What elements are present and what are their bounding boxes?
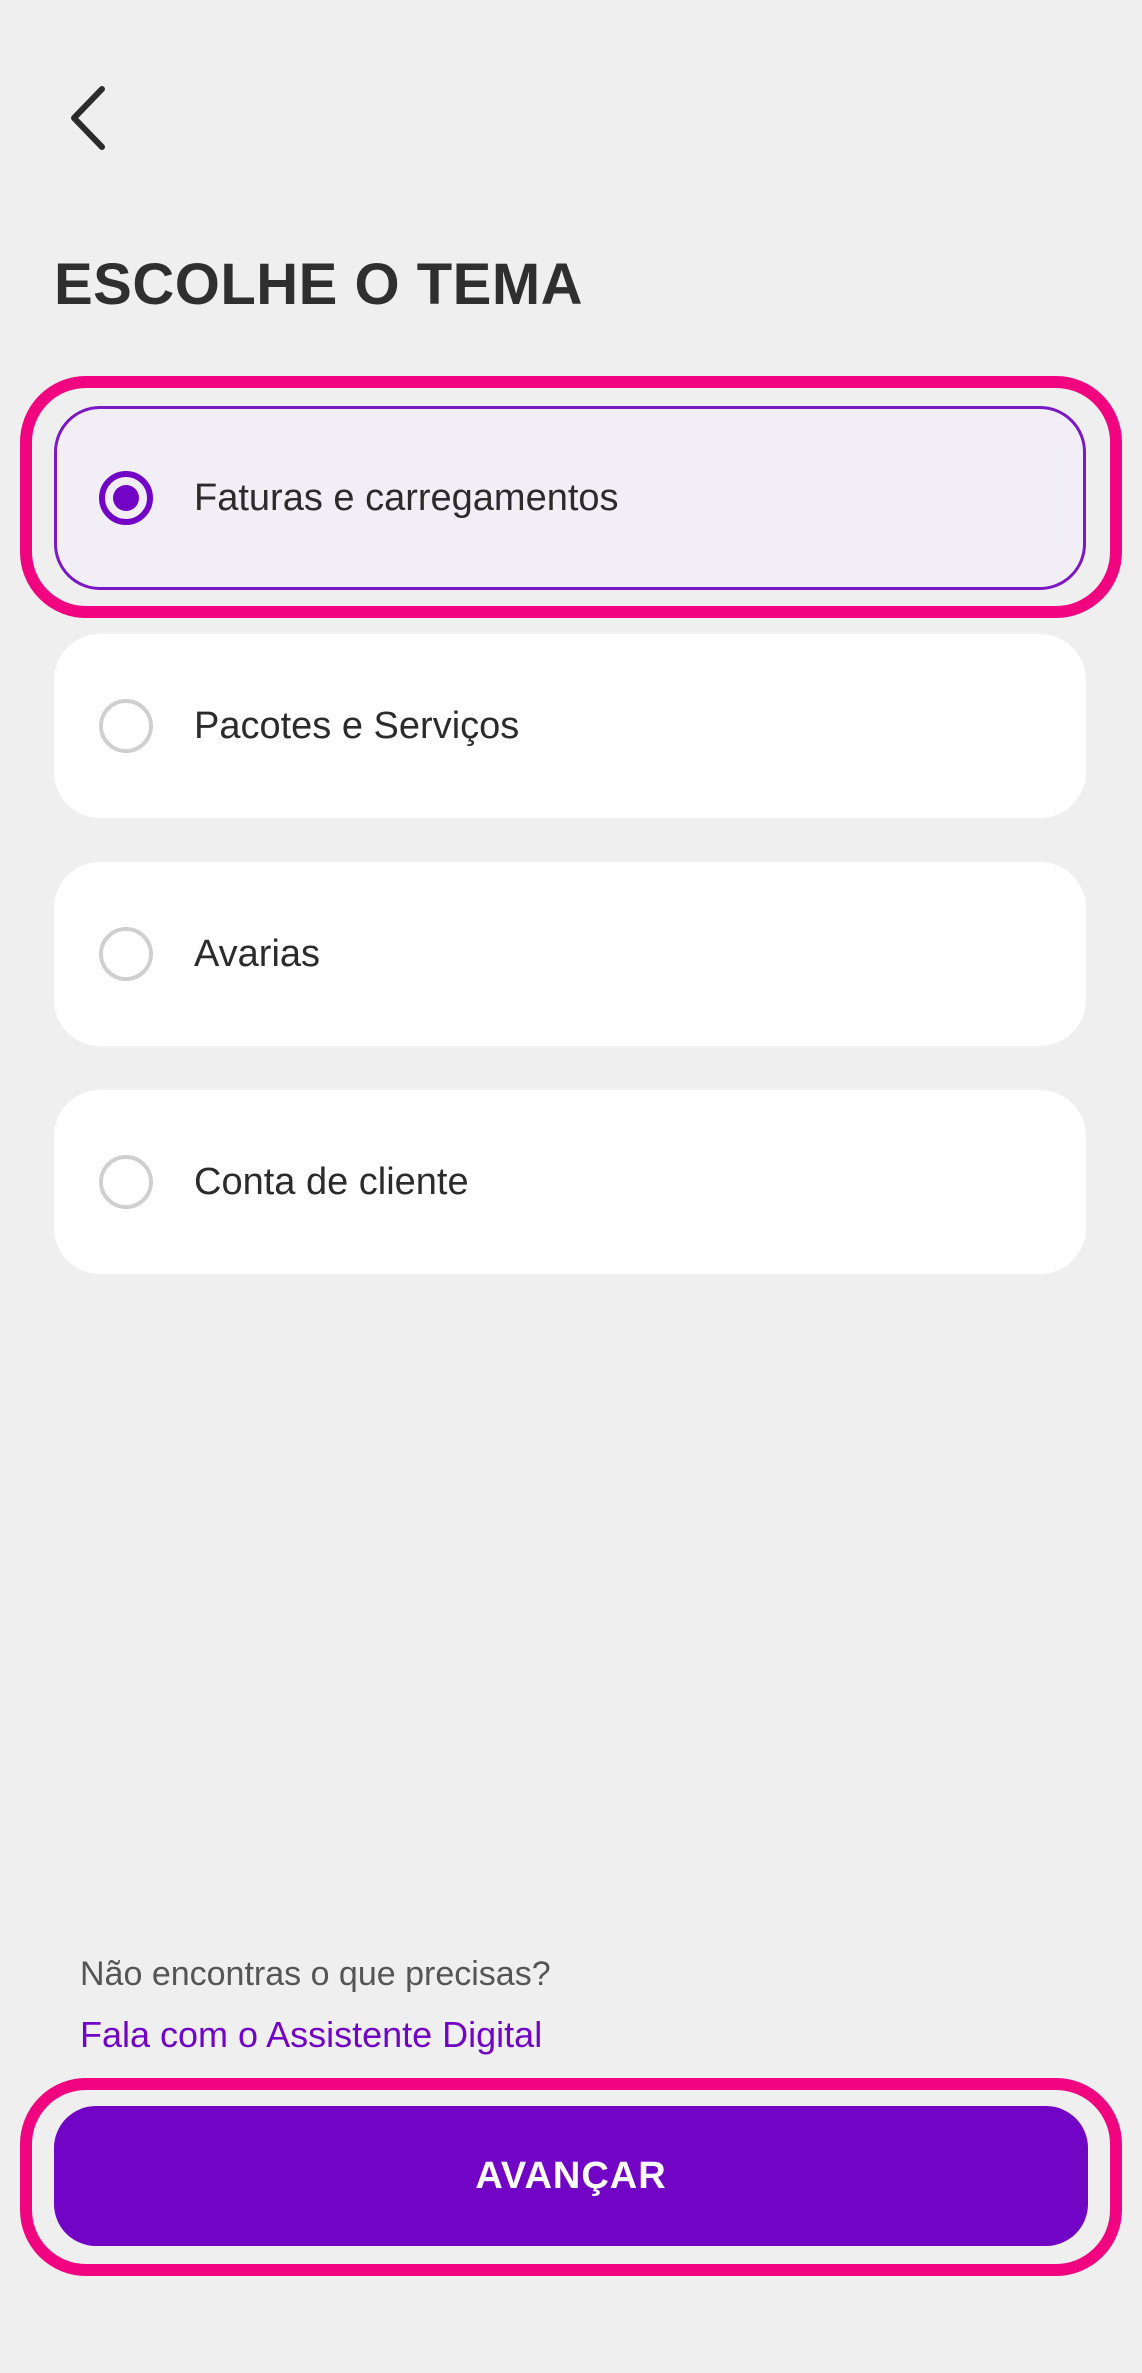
radio-unselected-icon[interactable] bbox=[99, 927, 153, 981]
radio-unselected-icon[interactable] bbox=[99, 1155, 153, 1209]
topic-option-conta[interactable]: Conta de cliente bbox=[54, 1090, 1086, 1274]
digital-assistant-link[interactable]: Fala com o Assistente Digital bbox=[80, 2012, 542, 2058]
topic-option-pacotes[interactable]: Pacotes e Serviços bbox=[54, 634, 1086, 818]
topic-option-label: Conta de cliente bbox=[194, 1160, 469, 1203]
radio-unselected-icon[interactable] bbox=[99, 699, 153, 753]
help-question: Não encontras o que precisas? bbox=[80, 1955, 551, 1993]
radio-selected-icon[interactable] bbox=[99, 471, 153, 525]
topic-option-label: Faturas e carregamentos bbox=[194, 476, 619, 519]
topic-option-faturas[interactable]: Faturas e carregamentos bbox=[54, 406, 1086, 590]
page-title: ESCOLHE O TEMA bbox=[54, 252, 584, 317]
back-button[interactable] bbox=[56, 78, 120, 158]
topic-option-avarias[interactable]: Avarias bbox=[54, 862, 1086, 1046]
chevron-left-icon bbox=[71, 86, 105, 150]
topic-option-label: Avarias bbox=[194, 932, 321, 975]
next-button[interactable]: AVANÇAR bbox=[54, 2106, 1088, 2246]
topic-option-label: Pacotes e Serviços bbox=[194, 704, 520, 747]
radio-dot bbox=[113, 485, 139, 511]
